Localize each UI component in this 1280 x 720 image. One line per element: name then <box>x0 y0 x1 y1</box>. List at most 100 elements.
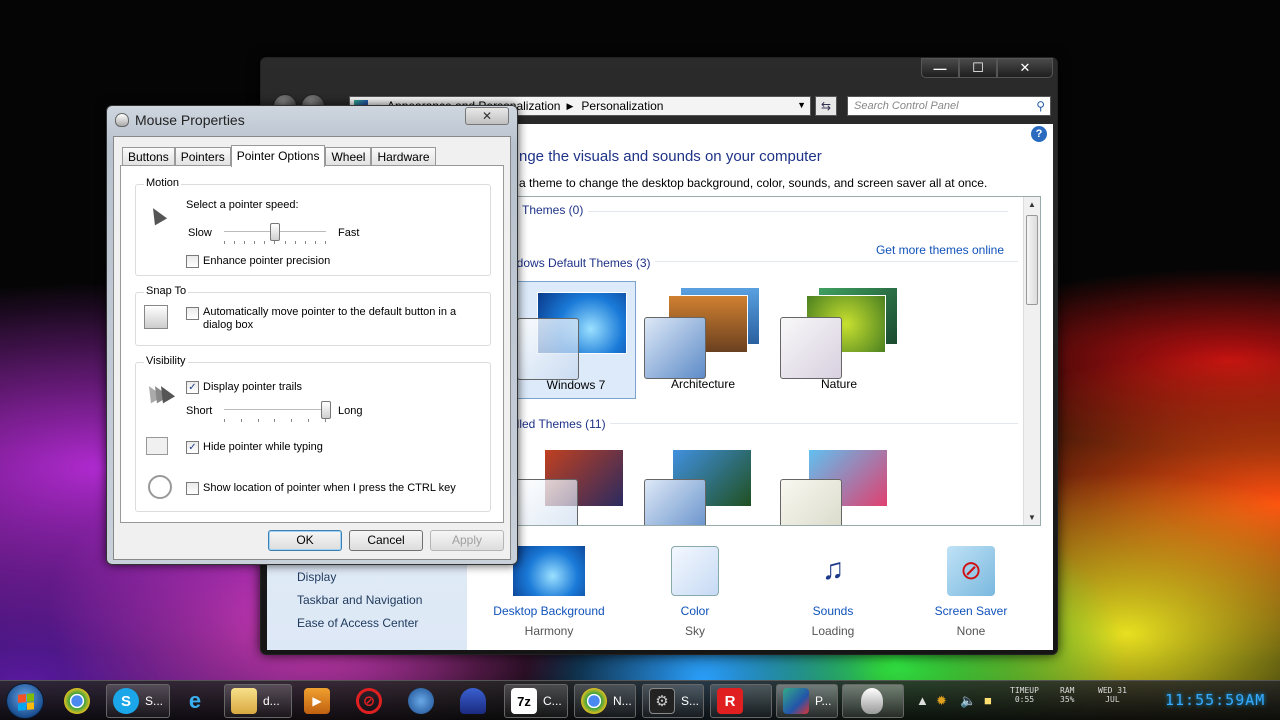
hide-pointer-label: Hide pointer while typing <box>203 441 323 453</box>
taskbar-chrome-window[interactable]: N... <box>574 684 636 718</box>
clock[interactable]: 11:55:59AM <box>1165 691 1265 709</box>
visibility-group: Visibility ✓ Display pointer trails Shor… <box>135 355 491 512</box>
theme-list-scrollbar[interactable]: ▲ ▼ <box>1023 197 1040 525</box>
close-button[interactable]: ✕ <box>997 58 1053 78</box>
speed-slider-thumb[interactable] <box>270 223 280 241</box>
wizard-icon <box>460 688 486 714</box>
volume-icon[interactable]: 🔈 <box>960 693 976 709</box>
taskbar-control-panel[interactable]: P... <box>776 684 838 718</box>
long-label: Long <box>338 405 363 417</box>
fast-label: Fast <box>338 227 360 239</box>
refresh-icon: ⇆ <box>820 99 832 113</box>
breadcrumb-personalization[interactable]: Personalization <box>581 99 663 113</box>
enhance-precision-checkbox[interactable] <box>186 255 199 268</box>
snap-to-icon <box>144 305 168 329</box>
tab-strip: Buttons Pointers Pointer Options Wheel H… <box>122 145 436 167</box>
minimize-button[interactable]: — <box>921 58 959 78</box>
theme-installed-3[interactable] <box>778 443 900 525</box>
dialog-body: Buttons Pointers Pointer Options Wheel H… <box>113 136 511 560</box>
theme-name: Architecture <box>670 377 736 391</box>
timeup-value: 0:55 <box>1014 695 1035 704</box>
breadcrumb-arrow-icon: ▶ <box>566 100 574 111</box>
taskbar-explorer[interactable]: d... <box>224 684 292 718</box>
help-icon[interactable]: ? <box>1031 126 1047 142</box>
date-gadget: WED 31 JUL <box>1098 686 1127 704</box>
taskbar: S S... e d... ▶ ⊘ 7z C... N... ⚙ S... R … <box>0 680 1280 720</box>
pointer-trails-checkbox[interactable]: ✓ <box>186 381 199 394</box>
tab-pointer-options[interactable]: Pointer Options <box>230 145 326 167</box>
show-hidden-icons[interactable]: ▲ <box>916 693 929 708</box>
scroll-thumb[interactable] <box>1026 215 1038 305</box>
roblox-icon: R <box>717 688 743 714</box>
chevron-down-icon[interactable]: ▼ <box>797 100 806 110</box>
folder-icon <box>231 688 257 714</box>
color-icon <box>671 546 719 596</box>
theme-installed-1[interactable] <box>518 443 636 525</box>
notification-icon[interactable]: ■ <box>984 693 992 708</box>
group-installed-themes: alled Themes (11) <box>518 417 610 431</box>
refresh-button[interactable]: ⇆ <box>815 96 837 116</box>
timeup-label: TIMEUP <box>1010 686 1039 695</box>
trail-ticks <box>224 419 326 423</box>
tab-pointers[interactable]: Pointers <box>174 147 231 165</box>
tab-buttons[interactable]: Buttons <box>122 147 175 165</box>
ok-button[interactable]: OK <box>268 530 342 551</box>
search-icon[interactable]: ⚲ <box>1036 99 1045 113</box>
enhance-precision-label: Enhance pointer precision <box>203 255 331 267</box>
7zip-icon: 7z <box>511 688 537 714</box>
taskbar-media-player[interactable]: ▶ <box>298 684 342 718</box>
option-label: Screen Saver <box>934 604 1008 618</box>
pointer-trails-label: Display pointer trails <box>203 381 303 393</box>
apply-button[interactable]: Apply <box>430 530 504 551</box>
theme-architecture[interactable]: Architecture <box>642 281 764 399</box>
motion-group: Motion Select a pointer speed: Slow Fast… <box>135 177 491 276</box>
theme-name: Nature <box>820 377 858 391</box>
get-more-themes-link[interactable]: Get more themes online <box>876 243 1004 257</box>
theme-installed-2[interactable] <box>642 443 764 525</box>
chrome-icon <box>581 688 607 714</box>
steam-icon: ⚙ <box>649 688 675 714</box>
slow-label: Slow <box>188 227 212 239</box>
dialog-close-button[interactable]: ✕ <box>465 107 509 125</box>
theme-nature[interactable]: Nature <box>778 281 900 399</box>
hide-pointer-checkbox[interactable]: ✓ <box>186 441 199 454</box>
trail-slider-track[interactable] <box>224 409 326 411</box>
scroll-down-icon[interactable]: ▼ <box>1028 513 1036 522</box>
tab-wheel[interactable]: Wheel <box>325 147 372 165</box>
control-panel-icon <box>783 688 809 714</box>
search-input[interactable]: Search Control Panel ⚲ <box>847 96 1051 116</box>
caption-buttons: — ☐ ✕ <box>921 58 1053 78</box>
chrome-icon <box>64 688 90 714</box>
taskbar-windows[interactable] <box>402 684 446 718</box>
snap-to-checkbox[interactable] <box>186 307 199 320</box>
maximize-button[interactable]: ☐ <box>959 58 997 78</box>
tray-app-icon[interactable]: ✹ <box>936 693 947 709</box>
taskbar-mouse-properties[interactable] <box>842 684 904 718</box>
taskbar-steam[interactable]: ⚙ S... <box>642 684 704 718</box>
start-button[interactable] <box>6 683 44 719</box>
option-label: Color <box>680 604 710 618</box>
trail-slider-thumb[interactable] <box>321 401 331 419</box>
left-link-display[interactable]: Display <box>297 570 336 584</box>
sounds-icon: ♫ <box>821 553 845 586</box>
group-label: Visibility <box>144 355 188 367</box>
taskbar-label: S... <box>145 694 164 708</box>
ram-label: RAM <box>1060 686 1075 695</box>
taskbar-roblox[interactable]: R <box>710 684 772 718</box>
taskbar-7zip[interactable]: 7z C... <box>504 684 568 718</box>
taskbar-wizard[interactable] <box>454 684 498 718</box>
left-link-taskbar[interactable]: Taskbar and Navigation <box>297 593 422 607</box>
theme-windows-7[interactable]: Windows 7 <box>518 281 636 399</box>
skype-icon: S <box>113 688 139 714</box>
show-location-checkbox[interactable] <box>186 482 199 495</box>
taskbar-chrome[interactable] <box>58 684 102 718</box>
taskbar-ie[interactable]: e <box>176 684 220 718</box>
taskbar-app-no-entry[interactable]: ⊘ <box>350 684 394 718</box>
hide-pointer-icon <box>146 437 168 455</box>
scroll-up-icon[interactable]: ▲ <box>1028 200 1036 209</box>
tab-hardware[interactable]: Hardware <box>371 147 436 165</box>
left-link-ease-of-access[interactable]: Ease of Access Center <box>297 616 418 630</box>
cancel-button[interactable]: Cancel <box>349 530 423 551</box>
taskbar-skype[interactable]: S S... <box>106 684 170 718</box>
speed-label: Select a pointer speed: <box>186 199 299 211</box>
